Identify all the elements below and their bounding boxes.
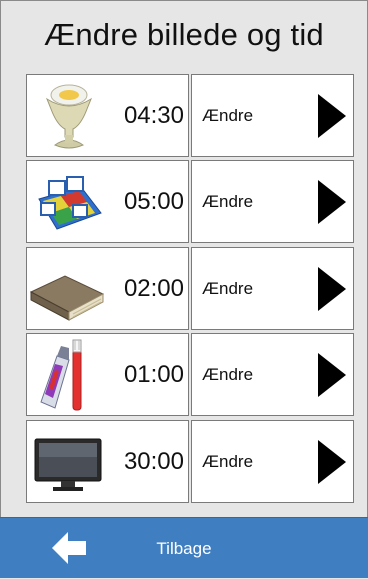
duration-label: 05:00 bbox=[123, 187, 184, 215]
change-label: Ændre bbox=[202, 278, 254, 298]
television-icon bbox=[34, 438, 102, 491]
book-icon bbox=[29, 275, 105, 321]
list-item: 01:00 Ændre bbox=[26, 333, 354, 416]
change-button[interactable]: Ændre bbox=[191, 420, 354, 503]
change-label: Ændre bbox=[202, 191, 254, 211]
change-label: Ændre bbox=[202, 451, 254, 471]
page-title: Ændre billede og tid bbox=[44, 17, 324, 52]
duration-label: 02:00 bbox=[123, 274, 184, 302]
arrow-right-icon bbox=[318, 94, 346, 138]
picture-time-cell[interactable]: 05:00 bbox=[26, 160, 189, 243]
arrow-right-icon bbox=[318, 267, 346, 311]
picture-time-cell[interactable]: 04:30 bbox=[26, 74, 189, 157]
duration-label: 01:00 bbox=[123, 360, 184, 388]
ludo-board-game-icon bbox=[38, 176, 102, 230]
change-button[interactable]: Ændre bbox=[191, 160, 354, 243]
arrow-right-icon bbox=[318, 353, 346, 397]
arrow-right-icon bbox=[318, 180, 346, 224]
duration-label: 04:30 bbox=[123, 101, 184, 129]
list-item: 05:00 Ændre bbox=[26, 160, 354, 243]
duration-label: 30:00 bbox=[123, 447, 184, 475]
back-label: Tilbage bbox=[156, 538, 212, 558]
change-button[interactable]: Ændre bbox=[191, 333, 354, 416]
list-item: 04:30 Ændre bbox=[26, 74, 354, 157]
change-label: Ændre bbox=[202, 105, 254, 125]
picture-time-cell[interactable]: 30:00 bbox=[26, 420, 189, 503]
picture-time-cell[interactable]: 02:00 bbox=[26, 247, 189, 330]
egg-cup-icon bbox=[45, 84, 93, 149]
back-button[interactable]: Tilbage bbox=[0, 517, 368, 578]
list-item: 30:00 Ændre bbox=[26, 420, 354, 503]
change-button[interactable]: Ændre bbox=[191, 74, 354, 157]
list-item: 02:00 Ændre bbox=[26, 247, 354, 330]
change-button[interactable]: Ændre bbox=[191, 247, 354, 330]
toothbrush-toothpaste-icon bbox=[40, 339, 82, 411]
change-label: Ændre bbox=[202, 364, 254, 384]
arrow-right-icon bbox=[318, 440, 346, 484]
picture-time-cell[interactable]: 01:00 bbox=[26, 333, 189, 416]
